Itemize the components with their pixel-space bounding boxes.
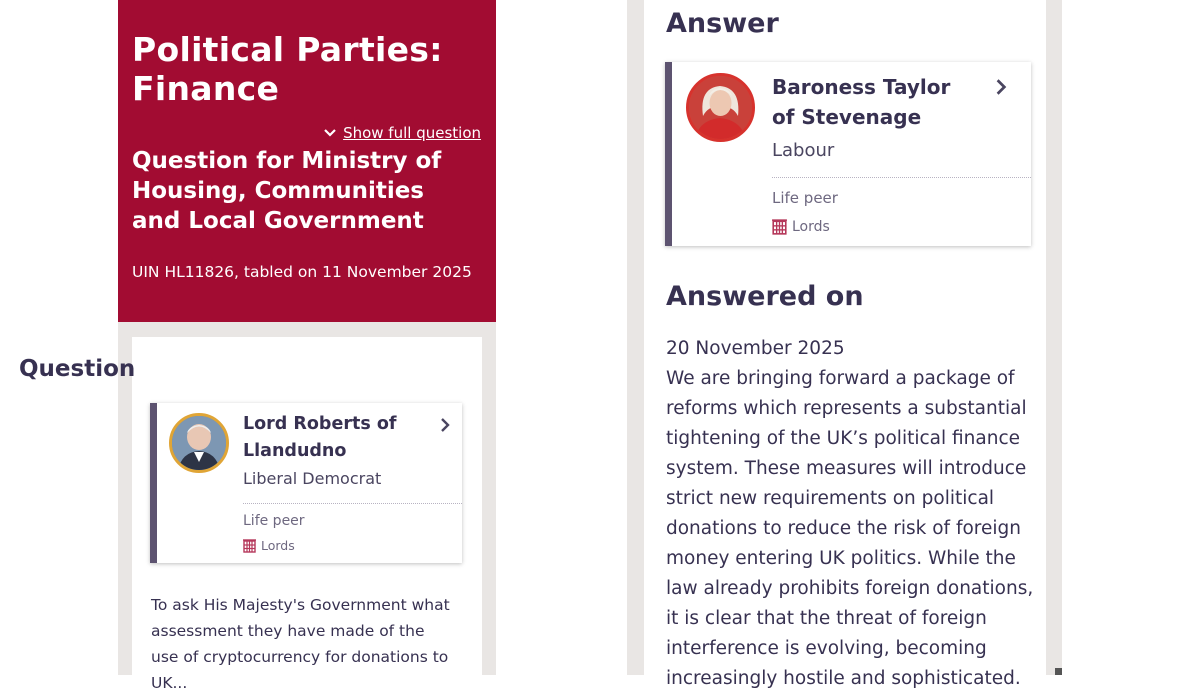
uin-tabled-line: UIN HL11826, tabled on 11 November 2025 xyxy=(132,263,472,281)
member-party: Liberal Democrat xyxy=(243,469,382,488)
portcullis-icon xyxy=(243,538,256,553)
answer-heading: Answer xyxy=(666,8,779,39)
answered-date: 20 November 2025 xyxy=(666,338,845,359)
question-title: Political Parties: Finance xyxy=(132,30,443,108)
question-panel: Political Parties: Finance Show full que… xyxy=(118,0,496,675)
member-house: Lords xyxy=(772,219,830,235)
portcullis-icon xyxy=(772,219,787,235)
member-peer-type: Life peer xyxy=(243,513,305,529)
member-house-label: Lords xyxy=(792,219,830,235)
member-party: Labour xyxy=(772,140,835,161)
divider xyxy=(772,177,1031,178)
show-full-question-link[interactable]: Show full question xyxy=(323,124,481,142)
divider xyxy=(243,503,462,504)
member-name: Baroness Taylor of Stevenage xyxy=(772,75,951,129)
avatar xyxy=(686,73,755,142)
resize-handle xyxy=(1055,668,1062,675)
chevron-right-icon xyxy=(996,79,1007,95)
member-house: Lords xyxy=(243,538,295,553)
avatar xyxy=(169,413,229,473)
question-heading: Question xyxy=(19,356,136,382)
question-header: Political Parties: Finance Show full que… xyxy=(118,0,496,322)
show-full-question-label: Show full question xyxy=(343,124,481,142)
question-text: To ask His Majesty's Government what ass… xyxy=(151,596,450,692)
answered-on-heading: Answered on xyxy=(666,281,864,312)
member-house-label: Lords xyxy=(261,538,295,553)
member-portrait xyxy=(689,76,752,139)
asking-member-card[interactable]: Lord Roberts of Llandudno Liberal Democr… xyxy=(150,403,462,563)
chevron-right-icon xyxy=(441,418,450,432)
answering-member-card[interactable]: Baroness Taylor of Stevenage Labour Life… xyxy=(665,62,1031,246)
answer-text: We are bringing forward a package of ref… xyxy=(666,368,1034,689)
member-name: Lord Roberts of Llandudno xyxy=(243,414,397,461)
chevron-down-icon xyxy=(324,129,336,137)
department-title: Question for Ministry of Housing, Commun… xyxy=(132,148,442,234)
member-peer-type: Life peer xyxy=(772,189,838,207)
member-portrait xyxy=(172,416,226,470)
